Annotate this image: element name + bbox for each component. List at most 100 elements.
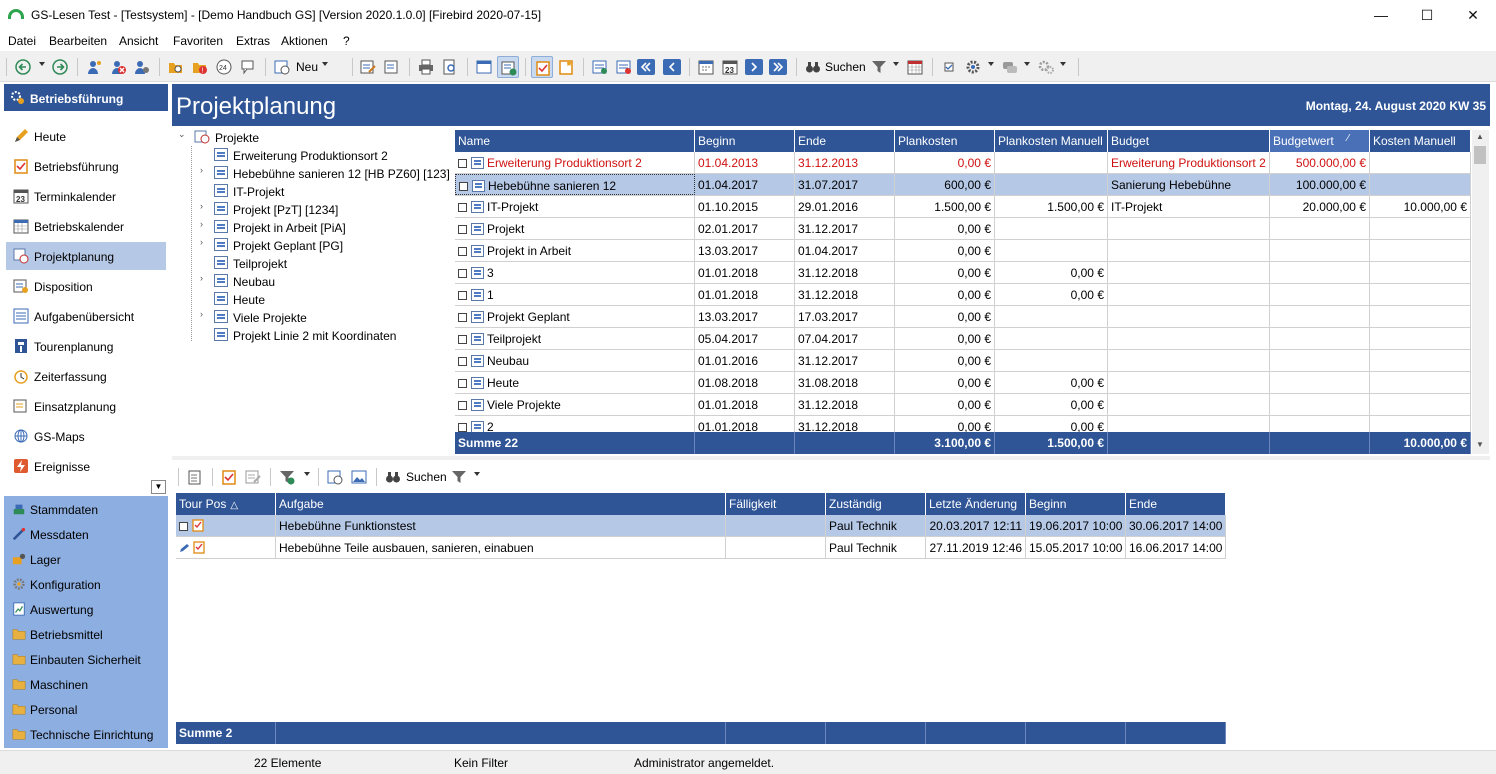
tree-node[interactable]: Projekt Linie 2 mit Koordinaten (200, 326, 450, 344)
column-header-kosten-manuell[interactable]: Kosten Manuell (1370, 130, 1471, 152)
expand-icon[interactable]: › (200, 309, 210, 319)
row-checkbox[interactable] (458, 423, 467, 432)
column-header-beginn[interactable]: Beginn (695, 130, 795, 152)
sidebar-group-maschinen[interactable]: Maschinen (4, 672, 168, 697)
sidebar-item-einsatzplanung[interactable]: Einsatzplanung (6, 392, 166, 420)
search-button-label[interactable]: Suchen (825, 60, 866, 74)
task-column-header-letzte-aenderung[interactable]: Letzte Änderung (926, 493, 1026, 515)
sidebar-item-projektplanung[interactable]: Projektplanung (6, 242, 166, 270)
tree-node[interactable]: › Projekt [PzT] [1234] (200, 200, 450, 218)
table-row[interactable]: 3 01.01.2018 31.12.2018 0,00 € 0,00 € (455, 262, 1471, 284)
task-filter-button[interactable] (276, 466, 298, 488)
collapse-icon[interactable]: ⌄ (178, 129, 188, 140)
task-edit-button[interactable] (242, 466, 264, 488)
task-calendar-button[interactable] (324, 466, 346, 488)
task-image-button[interactable] (348, 466, 370, 488)
menu-favoriten[interactable]: Favoriten (173, 34, 223, 48)
new-button-label[interactable]: Neu (296, 60, 318, 74)
previous-record-button[interactable] (663, 59, 681, 75)
clock-24-button[interactable]: 24 (213, 56, 235, 78)
sidebar-group-auswertung[interactable]: Auswertung (4, 597, 168, 622)
sidebar-item-aufgaben-bersicht[interactable]: Aufgabenübersicht (6, 302, 166, 330)
user-group-button[interactable] (131, 56, 153, 78)
messages-button[interactable] (999, 56, 1021, 78)
row-checkbox[interactable] (458, 401, 467, 410)
sidebar-item-tourenplanung[interactable]: Tourenplanung (6, 332, 166, 360)
tree-node[interactable]: Heute (200, 290, 450, 308)
list-view-button[interactable] (497, 56, 519, 78)
sidebar-group-betriebsmittel[interactable]: Betriebsmittel (4, 622, 168, 647)
menu-bearbeiten[interactable]: Bearbeiten (49, 34, 107, 48)
table-row[interactable]: Projekt 02.01.2017 31.12.2017 0,00 € (455, 218, 1471, 240)
task-search-label[interactable]: Suchen (406, 470, 447, 484)
minimize-button[interactable]: — (1358, 0, 1404, 31)
row-checkbox[interactable] (458, 247, 467, 256)
sidebar-item-ereignisse[interactable]: Ereignisse (6, 452, 166, 480)
row-checkbox[interactable] (458, 379, 467, 388)
menu-ansicht[interactable]: Ansicht (119, 34, 158, 48)
task-done-button[interactable] (218, 466, 240, 488)
expand-icon[interactable]: › (200, 273, 210, 283)
tree-node[interactable]: › Neubau (200, 272, 450, 290)
table-row[interactable]: IT-Projekt 01.10.2015 29.01.2016 1.500,00 €… (455, 196, 1471, 218)
sidebar-group-lager[interactable]: Lager (4, 547, 168, 572)
sidebar-item-disposition[interactable]: Disposition (6, 272, 166, 300)
sidebar-group-stammdaten[interactable]: Stammdaten (4, 497, 168, 522)
column-header-budgetwert[interactable]: Budgetwert ⁄ (1270, 130, 1370, 152)
back-button[interactable] (12, 56, 34, 78)
sidebar-item-betriebskalender[interactable]: Betriebskalender (6, 212, 166, 240)
task-column-header-beginn[interactable]: Beginn (1026, 493, 1126, 515)
sidebar-item-gs-maps[interactable]: GS-Maps (6, 422, 166, 450)
task-column-header-aufgabe[interactable]: Aufgabe (276, 493, 726, 515)
sidebar-scroll-down-button[interactable]: ▼ (151, 480, 166, 494)
tree-node[interactable]: › Projekt Geplant [PG] (200, 236, 450, 254)
tree-node[interactable]: › Projekt in Arbeit [PiA] (200, 218, 450, 236)
tree-node[interactable]: › Hebebühne sanieren 12 [HB PZ60] [123] (200, 164, 450, 182)
comment-button[interactable] (237, 56, 259, 78)
row-checkbox[interactable] (458, 225, 467, 234)
maximize-button[interactable]: ☐ (1404, 0, 1450, 31)
row-checkbox[interactable] (458, 357, 467, 366)
row-checkbox[interactable] (458, 291, 467, 300)
tree-node[interactable]: Teilprojekt (200, 254, 450, 272)
task-column-header-ende[interactable]: Ende (1126, 493, 1226, 515)
sidebar-group-einbauten-sicherheit[interactable]: Einbauten Sicherheit (4, 647, 168, 672)
calendar-table-button[interactable] (904, 56, 926, 78)
task-star-button[interactable] (555, 56, 577, 78)
sidebar-item-zeiterfassung[interactable]: Zeiterfassung (6, 362, 166, 390)
row-checkbox[interactable] (458, 203, 467, 212)
form-view-button[interactable] (473, 56, 495, 78)
next-record-button[interactable] (745, 59, 763, 75)
tree-root-projekte[interactable]: ⌄ Projekte (178, 128, 378, 146)
row-checkbox[interactable] (459, 182, 468, 191)
first-record-button[interactable] (637, 59, 655, 75)
expand-icon[interactable]: › (200, 237, 210, 247)
edit-list-button[interactable] (357, 56, 379, 78)
scroll-up-icon[interactable]: ▲ (1476, 132, 1484, 141)
sidebar-group-technische-einrichtung[interactable]: Technische Einrichtung (4, 722, 168, 747)
table-row[interactable]: Neubau 01.01.2016 31.12.2017 0,00 € (455, 350, 1471, 372)
task-search-button[interactable] (382, 466, 404, 488)
panel-splitter[interactable] (172, 456, 1490, 460)
scroll-down-icon[interactable]: ▼ (1476, 440, 1484, 449)
expand-icon[interactable]: › (200, 219, 210, 229)
row-checkbox[interactable] (458, 335, 467, 344)
tools-button[interactable] (1035, 56, 1057, 78)
row-checkbox[interactable] (458, 159, 467, 168)
tree-node[interactable]: IT-Projekt (200, 182, 450, 200)
sidebar-group-personal[interactable]: Personal (4, 697, 168, 722)
table-row[interactable]: Erweiterung Produktionsort 2 01.04.2013 31… (455, 152, 1471, 174)
calendar-button[interactable] (695, 56, 717, 78)
task-row[interactable]: Hebebühne Teile ausbauen, sanieren, eina… (176, 537, 1226, 559)
menu-extras[interactable]: Extras (236, 34, 270, 48)
alert-button[interactable]: ! (189, 56, 211, 78)
task-check-button[interactable] (531, 56, 553, 78)
folder-search-button[interactable] (165, 56, 187, 78)
add-row-button[interactable] (589, 56, 611, 78)
search-button[interactable] (802, 56, 824, 78)
sidebar-item-terminkalender[interactable]: 23 Terminkalender (6, 182, 166, 210)
table-row[interactable]: 1 01.01.2018 31.12.2018 0,00 € 0,00 € (455, 284, 1471, 306)
menu-help[interactable]: ? (343, 34, 350, 48)
scroll-thumb[interactable] (1474, 146, 1486, 164)
row-checkbox[interactable] (458, 269, 467, 278)
